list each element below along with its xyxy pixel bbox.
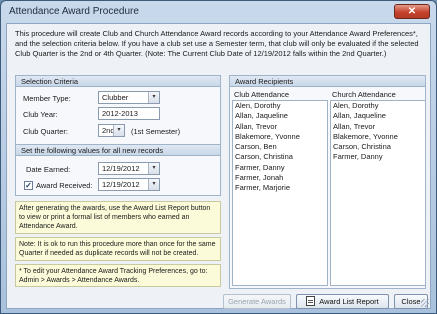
award-received-field[interactable]: 12/19/2012 ▾ [98,178,160,191]
chevron-down-icon[interactable]: ▾ [148,163,159,174]
member-type-select[interactable]: Clubber ▾ [98,91,160,104]
chevron-down-icon[interactable]: ▾ [148,92,159,103]
new-records-group: Set the following values for all new rec… [15,144,221,196]
dialog-body: This procedure will create Club and Chur… [6,23,431,309]
window-title: Attendance Award Procedure [9,6,139,17]
award-list-report-button[interactable]: Award List Report [296,294,389,309]
note-preferences-info: * To edit your Attendance Award Tracking… [15,264,221,287]
club-item[interactable]: Allan, Jaqueline [233,111,327,121]
club-item[interactable]: Allan, Trevor [233,122,327,132]
new-records-title: Set the following values for all new rec… [16,145,220,156]
date-earned-field[interactable]: 12/19/2012 ▾ [98,162,160,175]
club-item[interactable]: Carson, Ben [233,142,327,152]
club-quarter-note: (1st Semester) [131,127,181,136]
club-item[interactable]: Alen, Dorothy [233,101,327,111]
member-type-value: Clubber [102,93,129,102]
chevron-down-icon[interactable]: ▾ [113,125,124,136]
award-recipients-title: Award Recipients [230,76,425,87]
club-year-value: 2012-2013 [102,109,138,118]
generate-awards-button[interactable]: Generate Awards [223,294,291,309]
club-attendance-list[interactable]: Alen, Dorothy Allan, Jaqueline Allan, Trev… [232,100,328,286]
club-year-label: Club Year: [23,110,58,119]
dialog-window: Attendance Award Procedure ✕ This proced… [0,0,437,314]
club-year-field[interactable]: 2012-2013 [98,107,160,120]
note-report-info: After generating the awards, use the Awa… [15,201,221,234]
award-recipients-group: Award Recipients Club Attendance Church … [229,75,426,289]
church-item[interactable]: Blakemore, Yvonne [331,132,425,142]
church-item[interactable]: Alen, Dorothy [331,101,425,111]
church-attendance-list[interactable]: Alen, Dorothy Allan, Jaqueline Allan, Trev… [330,100,426,286]
club-item[interactable]: Farmer, Marjorie [233,183,327,193]
member-type-label: Member Type: [23,94,71,103]
date-earned-label: Date Earned: [26,165,71,174]
church-attendance-header: Church Attendance [332,90,396,99]
church-item[interactable]: Allan, Jaqueline [331,111,425,121]
date-earned-value: 12/19/2012 [102,164,140,173]
award-received-checkbox[interactable]: ✓ [24,181,33,190]
award-list-report-label: Award List Report [319,297,379,306]
selection-criteria-title: Selection Criteria [16,76,220,87]
club-attendance-header: Club Attendance [234,90,290,99]
note-duplicate-info: Note: It is ok to run this procedure mor… [15,237,221,261]
club-item[interactable]: Farmer, Danny [233,163,327,173]
chevron-down-icon[interactable]: ▾ [148,179,159,190]
award-received-label: Award Received: [36,181,93,190]
church-item[interactable]: Carson, Christina [331,142,425,152]
club-item[interactable]: Farmer, Jonah [233,173,327,183]
club-item[interactable]: Blakemore, Yvonne [233,132,327,142]
title-bar[interactable]: Attendance Award Procedure ✕ [1,1,436,23]
report-document-icon [306,296,316,306]
church-item[interactable]: Allan, Trevor [331,122,425,132]
club-quarter-select[interactable]: 2nd ▾ [98,124,125,137]
church-item[interactable]: Farmer, Danny [331,152,425,162]
award-received-value: 12/19/2012 [102,180,140,189]
club-quarter-label: Club Quarter: [23,127,69,136]
resize-grip[interactable] [421,299,429,307]
intro-text: This procedure will create Club and Chur… [15,29,419,58]
window-close-button[interactable]: ✕ [394,4,430,19]
club-item[interactable]: Carson, Christina [233,152,327,162]
